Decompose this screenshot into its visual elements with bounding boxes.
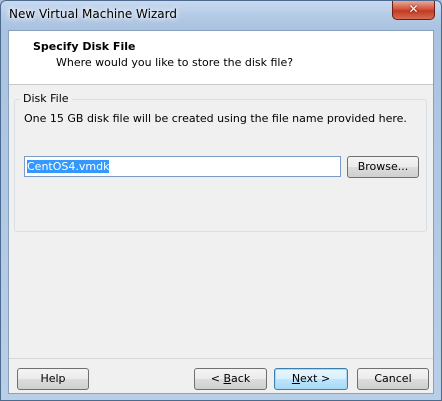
cancel-button[interactable]: Cancel (357, 368, 429, 390)
disk-file-description: One 15 GB disk file will be created usin… (24, 112, 407, 125)
title-bar[interactable]: New Virtual Machine Wizard ✕ (1, 1, 441, 29)
help-button[interactable]: Help (17, 368, 89, 390)
close-icon: ✕ (408, 2, 419, 16)
wizard-header: Specify Disk File Where would you like t… (9, 31, 433, 85)
back-button[interactable]: < Back (194, 368, 267, 390)
back-prefix: < (210, 372, 224, 385)
wizard-window: New Virtual Machine Wizard ✕ Specify Dis… (0, 0, 442, 401)
back-accelerator: B (223, 372, 232, 385)
footer-divider (9, 358, 433, 359)
window-title: New Virtual Machine Wizard (9, 7, 177, 21)
browse-button[interactable]: Browse... (347, 156, 419, 178)
next-label-rest: ext > (300, 372, 331, 385)
page-subtitle: Where would you like to store the disk f… (56, 56, 294, 69)
disk-filename-input[interactable]: CentOS4.vmdk (24, 156, 341, 177)
back-label-rest: ack (231, 372, 251, 385)
disk-file-legend: Disk File (20, 92, 72, 105)
next-accelerator: N (291, 372, 301, 385)
selected-text: CentOS4.vmdk (27, 160, 110, 173)
dialog-client: Specify Disk File Where would you like t… (8, 30, 434, 394)
close-button[interactable]: ✕ (392, 1, 435, 20)
page-title: Specify Disk File (33, 40, 136, 53)
next-button[interactable]: Next > (274, 368, 348, 390)
